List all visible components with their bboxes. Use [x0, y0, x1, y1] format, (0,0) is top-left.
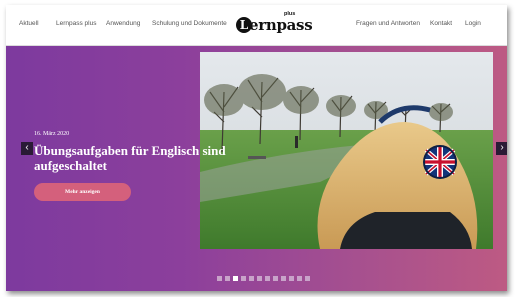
carousel-dot[interactable] — [257, 276, 262, 281]
carousel-dot[interactable] — [233, 276, 238, 281]
carousel-dot[interactable] — [265, 276, 270, 281]
chevron-left-icon[interactable]: ‹ — [21, 142, 33, 155]
top-navbar: Aktuell Lernpass plus Anwendung Schulung… — [6, 5, 507, 46]
nav-link-anwendung[interactable]: Anwendung — [106, 20, 140, 27]
logo-text: ernpass — [249, 16, 313, 34]
nav-link-fragen-und-antworten[interactable]: Fragen und Antworten — [356, 20, 420, 27]
nav-link-lernpass-plus[interactable]: Lernpass plus — [56, 20, 96, 27]
carousel-dot[interactable] — [281, 276, 286, 281]
nav-link-kontakt[interactable]: Kontakt — [430, 20, 452, 27]
carousel-dot[interactable] — [289, 276, 294, 281]
more-button[interactable]: Mehr anzeigen — [34, 183, 131, 201]
carousel-dot[interactable] — [305, 276, 310, 281]
chevron-right-icon[interactable]: › — [496, 142, 507, 155]
carousel-dot[interactable] — [273, 276, 278, 281]
carousel-dot[interactable] — [249, 276, 254, 281]
carousel-dot[interactable] — [217, 276, 222, 281]
lernpass-logo[interactable]: L ernpass plus — [236, 11, 316, 37]
carousel-dot[interactable] — [241, 276, 246, 281]
browser-window: Aktuell Lernpass plus Anwendung Schulung… — [6, 5, 507, 291]
nav-link-login[interactable]: Login — [465, 20, 481, 27]
carousel-dot[interactable] — [225, 276, 230, 281]
post-headline: Übungsaufgaben für Englisch sind aufgesc… — [34, 143, 226, 173]
logo-plus: plus — [284, 11, 296, 17]
nav-link-aktuell[interactable]: Aktuell — [19, 20, 39, 27]
carousel-dot[interactable] — [297, 276, 302, 281]
post-date: 16. März 2020 — [34, 131, 70, 137]
nav-link-schulung-und-dokumente[interactable]: Schulung und Dokumente — [152, 20, 227, 27]
hero-carousel: 16. März 2020 Übungsaufgaben für Englisc… — [6, 46, 507, 291]
